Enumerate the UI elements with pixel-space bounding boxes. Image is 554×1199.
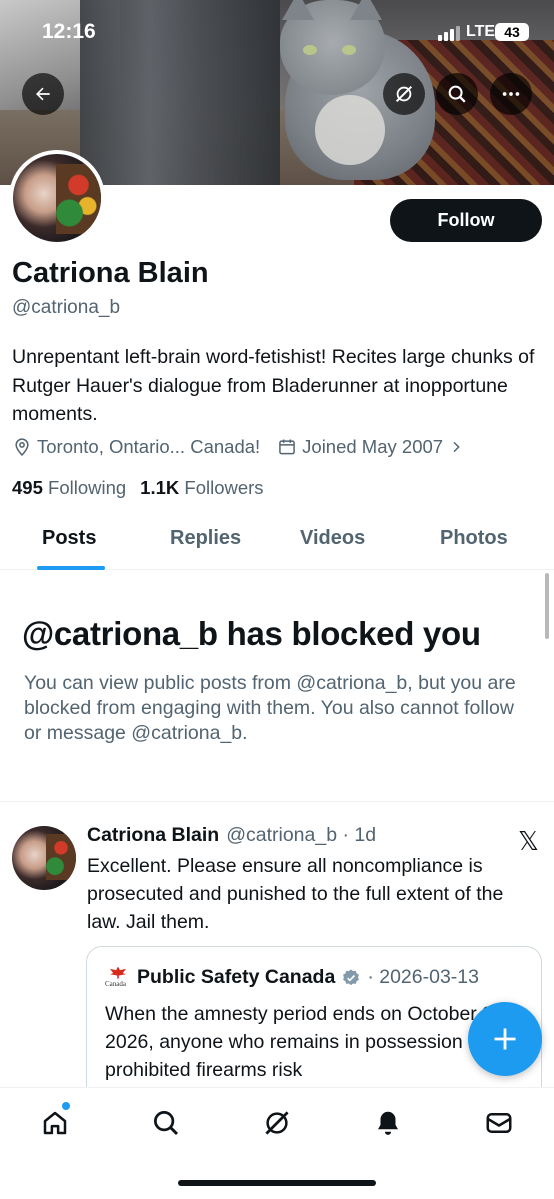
chevron-right-icon (453, 441, 460, 453)
more-icon (502, 92, 520, 96)
quote-author-name: Public Safety Canada (137, 966, 336, 988)
search-icon (154, 1111, 179, 1136)
quote-text: When the amnesty period ends on October … (105, 1003, 510, 1081)
followers-link[interactable]: 1.1K Followers (140, 477, 263, 499)
search-icon (448, 85, 466, 103)
bell-icon (378, 1111, 398, 1135)
tab-replies[interactable]: Replies (170, 527, 241, 550)
quote-date: · 2026-03-13 (367, 966, 479, 988)
avatar-decoration (56, 164, 101, 234)
nav-notifications[interactable] (371, 1106, 405, 1140)
nav-home[interactable] (38, 1106, 72, 1140)
notification-dot (62, 1102, 70, 1110)
tab-posts[interactable]: Posts (42, 527, 96, 550)
post-author-name[interactable]: Catriona Blain (87, 824, 219, 847)
grok-icon (265, 1111, 289, 1135)
tab-videos[interactable]: Videos (300, 527, 365, 550)
quote-header: Canada Public Safety Canada · 2026-03-13 (105, 966, 479, 989)
followers-count: 1.1K (140, 477, 180, 498)
compose-button[interactable] (468, 1002, 542, 1076)
grok-button[interactable] (383, 73, 425, 115)
search-button[interactable] (436, 73, 478, 115)
flag-caption: Canada (105, 979, 126, 988)
home-indicator (178, 1180, 376, 1186)
nav-grok[interactable] (260, 1106, 294, 1140)
calendar-icon (279, 439, 295, 455)
follow-button[interactable]: Follow (390, 199, 542, 242)
home-icon (43, 1111, 67, 1135)
nav-messages[interactable] (482, 1106, 516, 1140)
post-header: Catriona Blain @catriona_b · 1d (87, 824, 376, 847)
location-item: Toronto, Ontario... Canada! (12, 436, 260, 458)
profile-meta: Toronto, Ontario... Canada! Joined May 2… (12, 436, 464, 458)
canada-flag-avatar: Canada (105, 966, 131, 989)
nav-search[interactable] (149, 1106, 183, 1140)
profile-tabs: Posts Replies Videos Photos (0, 516, 554, 570)
post-avatar[interactable] (12, 826, 76, 890)
location-pin-icon (15, 438, 29, 456)
divider (0, 801, 554, 802)
profile-avatar[interactable] (9, 150, 105, 246)
follow-counts: 495 Following 1.1K Followers (12, 477, 264, 499)
avatar-decoration (46, 834, 76, 880)
following-count: 495 (12, 477, 43, 498)
back-button[interactable] (22, 73, 64, 115)
post-handle-text: @catriona_b (226, 824, 338, 846)
mail-icon (486, 1113, 512, 1133)
tab-photos[interactable]: Photos (440, 527, 508, 550)
blocked-title: @catriona_b has blocked you (22, 615, 481, 652)
grok-icon (395, 85, 413, 103)
post-separator: · (342, 824, 349, 846)
network-label: LTE (466, 23, 496, 40)
scrollbar[interactable] (545, 573, 549, 639)
profile-name: Catriona Blain (12, 257, 209, 289)
post-text: Excellent. Please ensure all noncomplian… (87, 855, 504, 933)
following-label: Following (48, 477, 127, 498)
banner-cat-chest (315, 95, 385, 165)
maple-leaf-icon (110, 966, 126, 979)
battery-icon: 43 (495, 23, 529, 41)
verified-badge-icon (343, 969, 360, 985)
more-button[interactable] (490, 73, 532, 115)
status-bar: 12:16 LTE 43 (0, 0, 554, 62)
profile-bio: Unrepentant left-brain word-fetishist! R… (12, 346, 535, 425)
active-tab-indicator (37, 566, 105, 570)
following-link[interactable]: 495 Following (12, 477, 126, 499)
status-time: 12:16 (42, 20, 96, 43)
joined-item[interactable]: Joined May 2007 (277, 436, 464, 458)
joined-text: Joined May 2007 (302, 436, 444, 457)
location-text: Toronto, Ontario... Canada! (37, 436, 261, 457)
arrow-left-icon (36, 87, 50, 101)
profile-handle: @catriona_b (12, 297, 121, 318)
plus-icon (494, 1028, 516, 1050)
post-author-handle: @catriona_b · 1d (226, 824, 376, 847)
blocked-description: You can view public posts from @catriona… (24, 672, 516, 744)
signal-icon (438, 26, 460, 41)
followers-label: Followers (184, 477, 264, 498)
post-age: 1d (354, 824, 377, 846)
